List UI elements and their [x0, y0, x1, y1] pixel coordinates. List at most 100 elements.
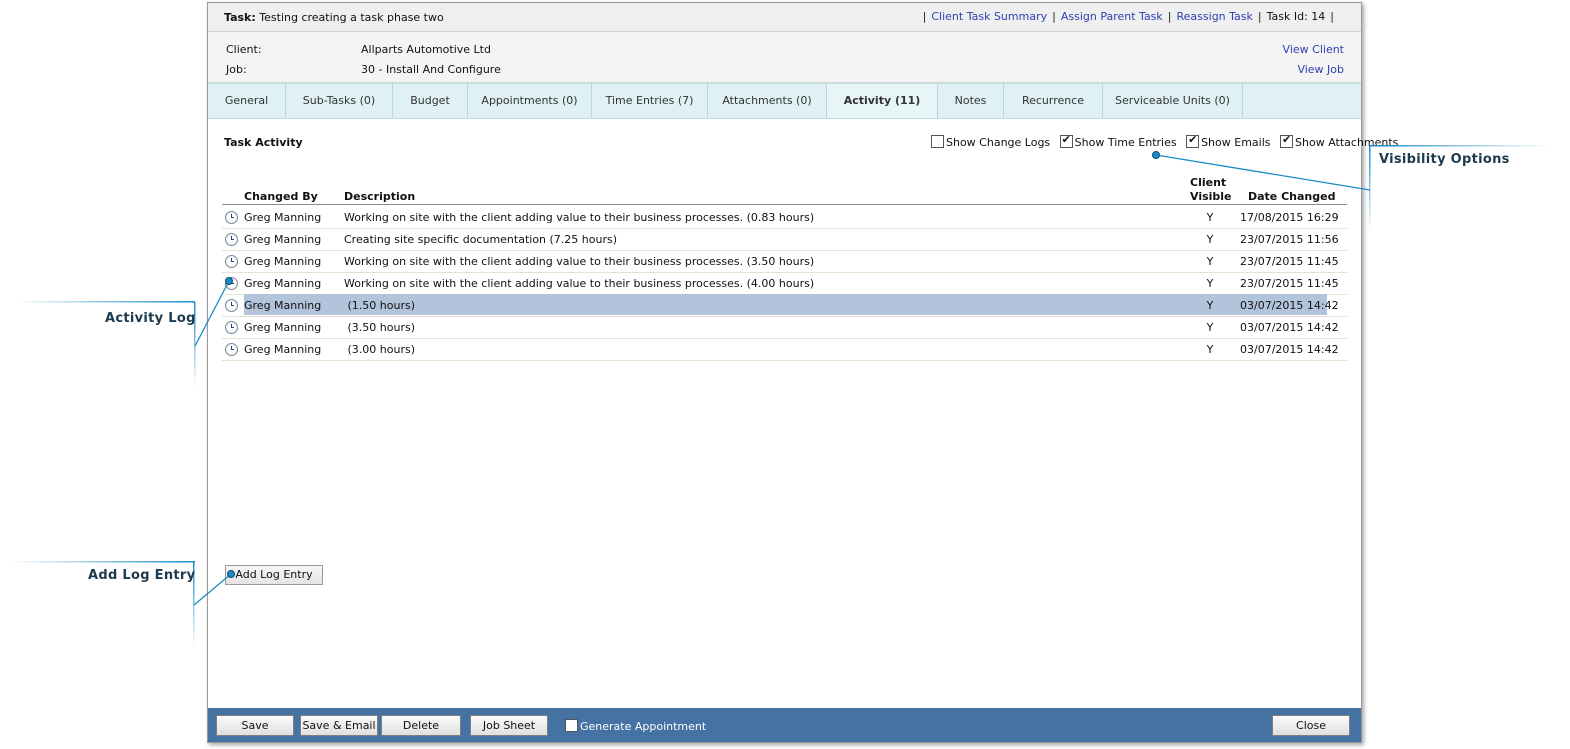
view-client-link[interactable]: View Client	[1283, 43, 1344, 56]
cell-changed-by: Greg Manning	[244, 321, 322, 334]
table-row[interactable]: Greg Manning Working on site with the cli…	[222, 206, 1347, 229]
show-attachments-option[interactable]: Show Attachments	[1280, 134, 1399, 149]
clock-icon	[225, 321, 238, 334]
cell-changed-by: Greg Manning	[244, 343, 322, 356]
clock-icon	[225, 343, 238, 356]
tab-budget[interactable]: Budget	[393, 84, 468, 118]
activity-log-callout: Activity Log	[105, 311, 196, 326]
table-row[interactable]: Greg Manning Creating site specific docum…	[222, 228, 1347, 251]
job-value: 30 - Install And Configure	[361, 63, 501, 76]
table-row[interactable]: Greg Manning (3.00 hours) Y 03/07/2015 14:…	[222, 338, 1347, 361]
tab-recurrence[interactable]: Recurrence	[1004, 84, 1103, 118]
show-emails-label: Show Emails	[1201, 136, 1271, 149]
clock-icon	[225, 299, 238, 312]
header-links: | Client Task Summary | Assign Parent Task |…	[922, 10, 1334, 23]
show-change-logs-checkbox[interactable]	[931, 135, 944, 148]
cell-date-changed: 03/07/2015 14:42	[1240, 343, 1339, 356]
clock-icon	[225, 233, 238, 246]
footer-bar: Save Save & Email Delete Job Sheet Gener…	[208, 708, 1361, 742]
cell-date-changed: 03/07/2015 14:42	[1240, 299, 1339, 312]
show-time-entries-checkbox[interactable]	[1059, 134, 1073, 148]
task-name: Testing creating a task phase two	[259, 11, 444, 24]
show-attachments-label: Show Attachments	[1295, 136, 1399, 149]
table-row[interactable]: Greg Manning Working on site with the cli…	[222, 272, 1347, 295]
add-log-entry-callout: Add Log Entry	[88, 568, 196, 583]
cell-changed-by: Greg Manning	[244, 299, 322, 312]
header-divider	[222, 204, 1347, 205]
add-log-callout-top-line	[10, 561, 195, 563]
tab-serviceable-units[interactable]: Serviceable Units (0)	[1103, 84, 1243, 118]
cell-changed-by: Greg Manning	[244, 277, 322, 290]
cell-description: Working on site with the client adding v…	[344, 211, 815, 224]
clock-icon	[225, 255, 238, 268]
assign-parent-task-link[interactable]: Assign Parent Task	[1061, 10, 1163, 23]
cell-date-changed: 03/07/2015 14:42	[1240, 321, 1339, 334]
show-time-entries-option[interactable]: Show Time Entries	[1059, 134, 1177, 149]
cell-client-visible: Y	[1206, 255, 1214, 268]
cell-changed-by: Greg Manning	[244, 233, 322, 246]
show-change-logs-option[interactable]: Show Change Logs	[931, 135, 1050, 149]
cell-description: (3.50 hours)	[344, 321, 415, 334]
table-row[interactable]: Greg Manning Working on site with the cli…	[222, 250, 1347, 273]
cell-date-changed: 23/07/2015 11:56	[1240, 233, 1339, 246]
col-client-visible-line1: Client	[1190, 176, 1227, 189]
task-label: Task:	[224, 11, 256, 24]
tab-general[interactable]: General	[208, 84, 286, 118]
generate-appointment-label: Generate Appointment	[580, 720, 707, 733]
show-emails-option[interactable]: Show Emails	[1186, 134, 1271, 149]
show-emails-checkbox[interactable]	[1186, 134, 1200, 148]
task-title: Task: Testing creating a task phase two	[224, 11, 444, 24]
cell-client-visible: Y	[1206, 299, 1214, 312]
close-button[interactable]: Close	[1272, 715, 1350, 736]
save-email-button[interactable]: Save & Email	[300, 715, 378, 736]
client-job-info: Client: Allparts Automotive Ltd View Cli…	[208, 32, 1361, 83]
add-log-entry-button[interactable]: Add Log Entry	[225, 565, 323, 585]
cell-description: (1.50 hours)	[344, 299, 415, 312]
tab-bar: General Sub-Tasks (0) Budget Appointment…	[208, 83, 1361, 119]
cell-client-visible: Y	[1206, 343, 1214, 356]
job-sheet-button[interactable]: Job Sheet	[470, 715, 548, 736]
table-row[interactable]: Greg Manning (1.50 hours) Y 03/07/2015 14:…	[222, 294, 1347, 317]
col-description: Description	[344, 190, 416, 203]
cell-description: (3.00 hours)	[344, 343, 415, 356]
client-value: Allparts Automotive Ltd	[361, 43, 491, 56]
show-time-entries-label: Show Time Entries	[1074, 136, 1177, 149]
cell-changed-by: Greg Manning	[244, 255, 322, 268]
job-label: Job:	[226, 63, 247, 76]
cell-description: Creating site specific documentation (7.…	[344, 233, 618, 246]
cell-client-visible: Y	[1206, 211, 1214, 224]
cell-client-visible: Y	[1206, 233, 1214, 246]
col-client-visible-line2: Visible	[1190, 190, 1232, 203]
task-id-value: 14	[1311, 10, 1326, 23]
activity-callout-top-line	[15, 301, 195, 303]
view-job-link[interactable]: View Job	[1297, 63, 1344, 76]
task-id-label: Task Id:	[1266, 10, 1308, 23]
task-header-bar: Task: Testing creating a task phase two …	[208, 3, 1361, 32]
cell-changed-by: Greg Manning	[244, 211, 322, 224]
reassign-task-link[interactable]: Reassign Task	[1177, 10, 1253, 23]
tab-attachments[interactable]: Attachments (0)	[708, 84, 827, 118]
clock-icon	[225, 277, 238, 290]
cell-description: Working on site with the client adding v…	[344, 255, 815, 268]
cell-client-visible: Y	[1206, 277, 1214, 290]
cell-date-changed: 23/07/2015 11:45	[1240, 255, 1339, 268]
tab-notes[interactable]: Notes	[938, 84, 1004, 118]
tab-appointments[interactable]: Appointments (0)	[468, 84, 592, 118]
generate-appointment-option[interactable]: Generate Appointment	[565, 719, 706, 733]
tab-sub-tasks[interactable]: Sub-Tasks (0)	[286, 84, 393, 118]
client-label: Client:	[226, 43, 262, 56]
cell-date-changed: 17/08/2015 16:29	[1240, 211, 1339, 224]
clock-icon	[225, 211, 238, 224]
tab-time-entries[interactable]: Time Entries (7)	[592, 84, 708, 118]
show-attachments-checkbox[interactable]	[1280, 134, 1294, 148]
save-button[interactable]: Save	[216, 715, 294, 736]
task-activity-title: Task Activity	[224, 136, 303, 149]
tab-activity[interactable]: Activity (11)	[827, 84, 938, 118]
task-window: Task: Testing creating a task phase two …	[207, 2, 1398, 743]
client-task-summary-link[interactable]: Client Task Summary	[931, 10, 1047, 23]
delete-button[interactable]: Delete	[381, 715, 461, 736]
show-change-logs-label: Show Change Logs	[946, 136, 1051, 149]
generate-appointment-checkbox[interactable]	[565, 719, 578, 732]
table-row[interactable]: Greg Manning (3.50 hours) Y 03/07/2015 14:…	[222, 316, 1347, 339]
col-date-changed: Date Changed	[1248, 190, 1336, 203]
